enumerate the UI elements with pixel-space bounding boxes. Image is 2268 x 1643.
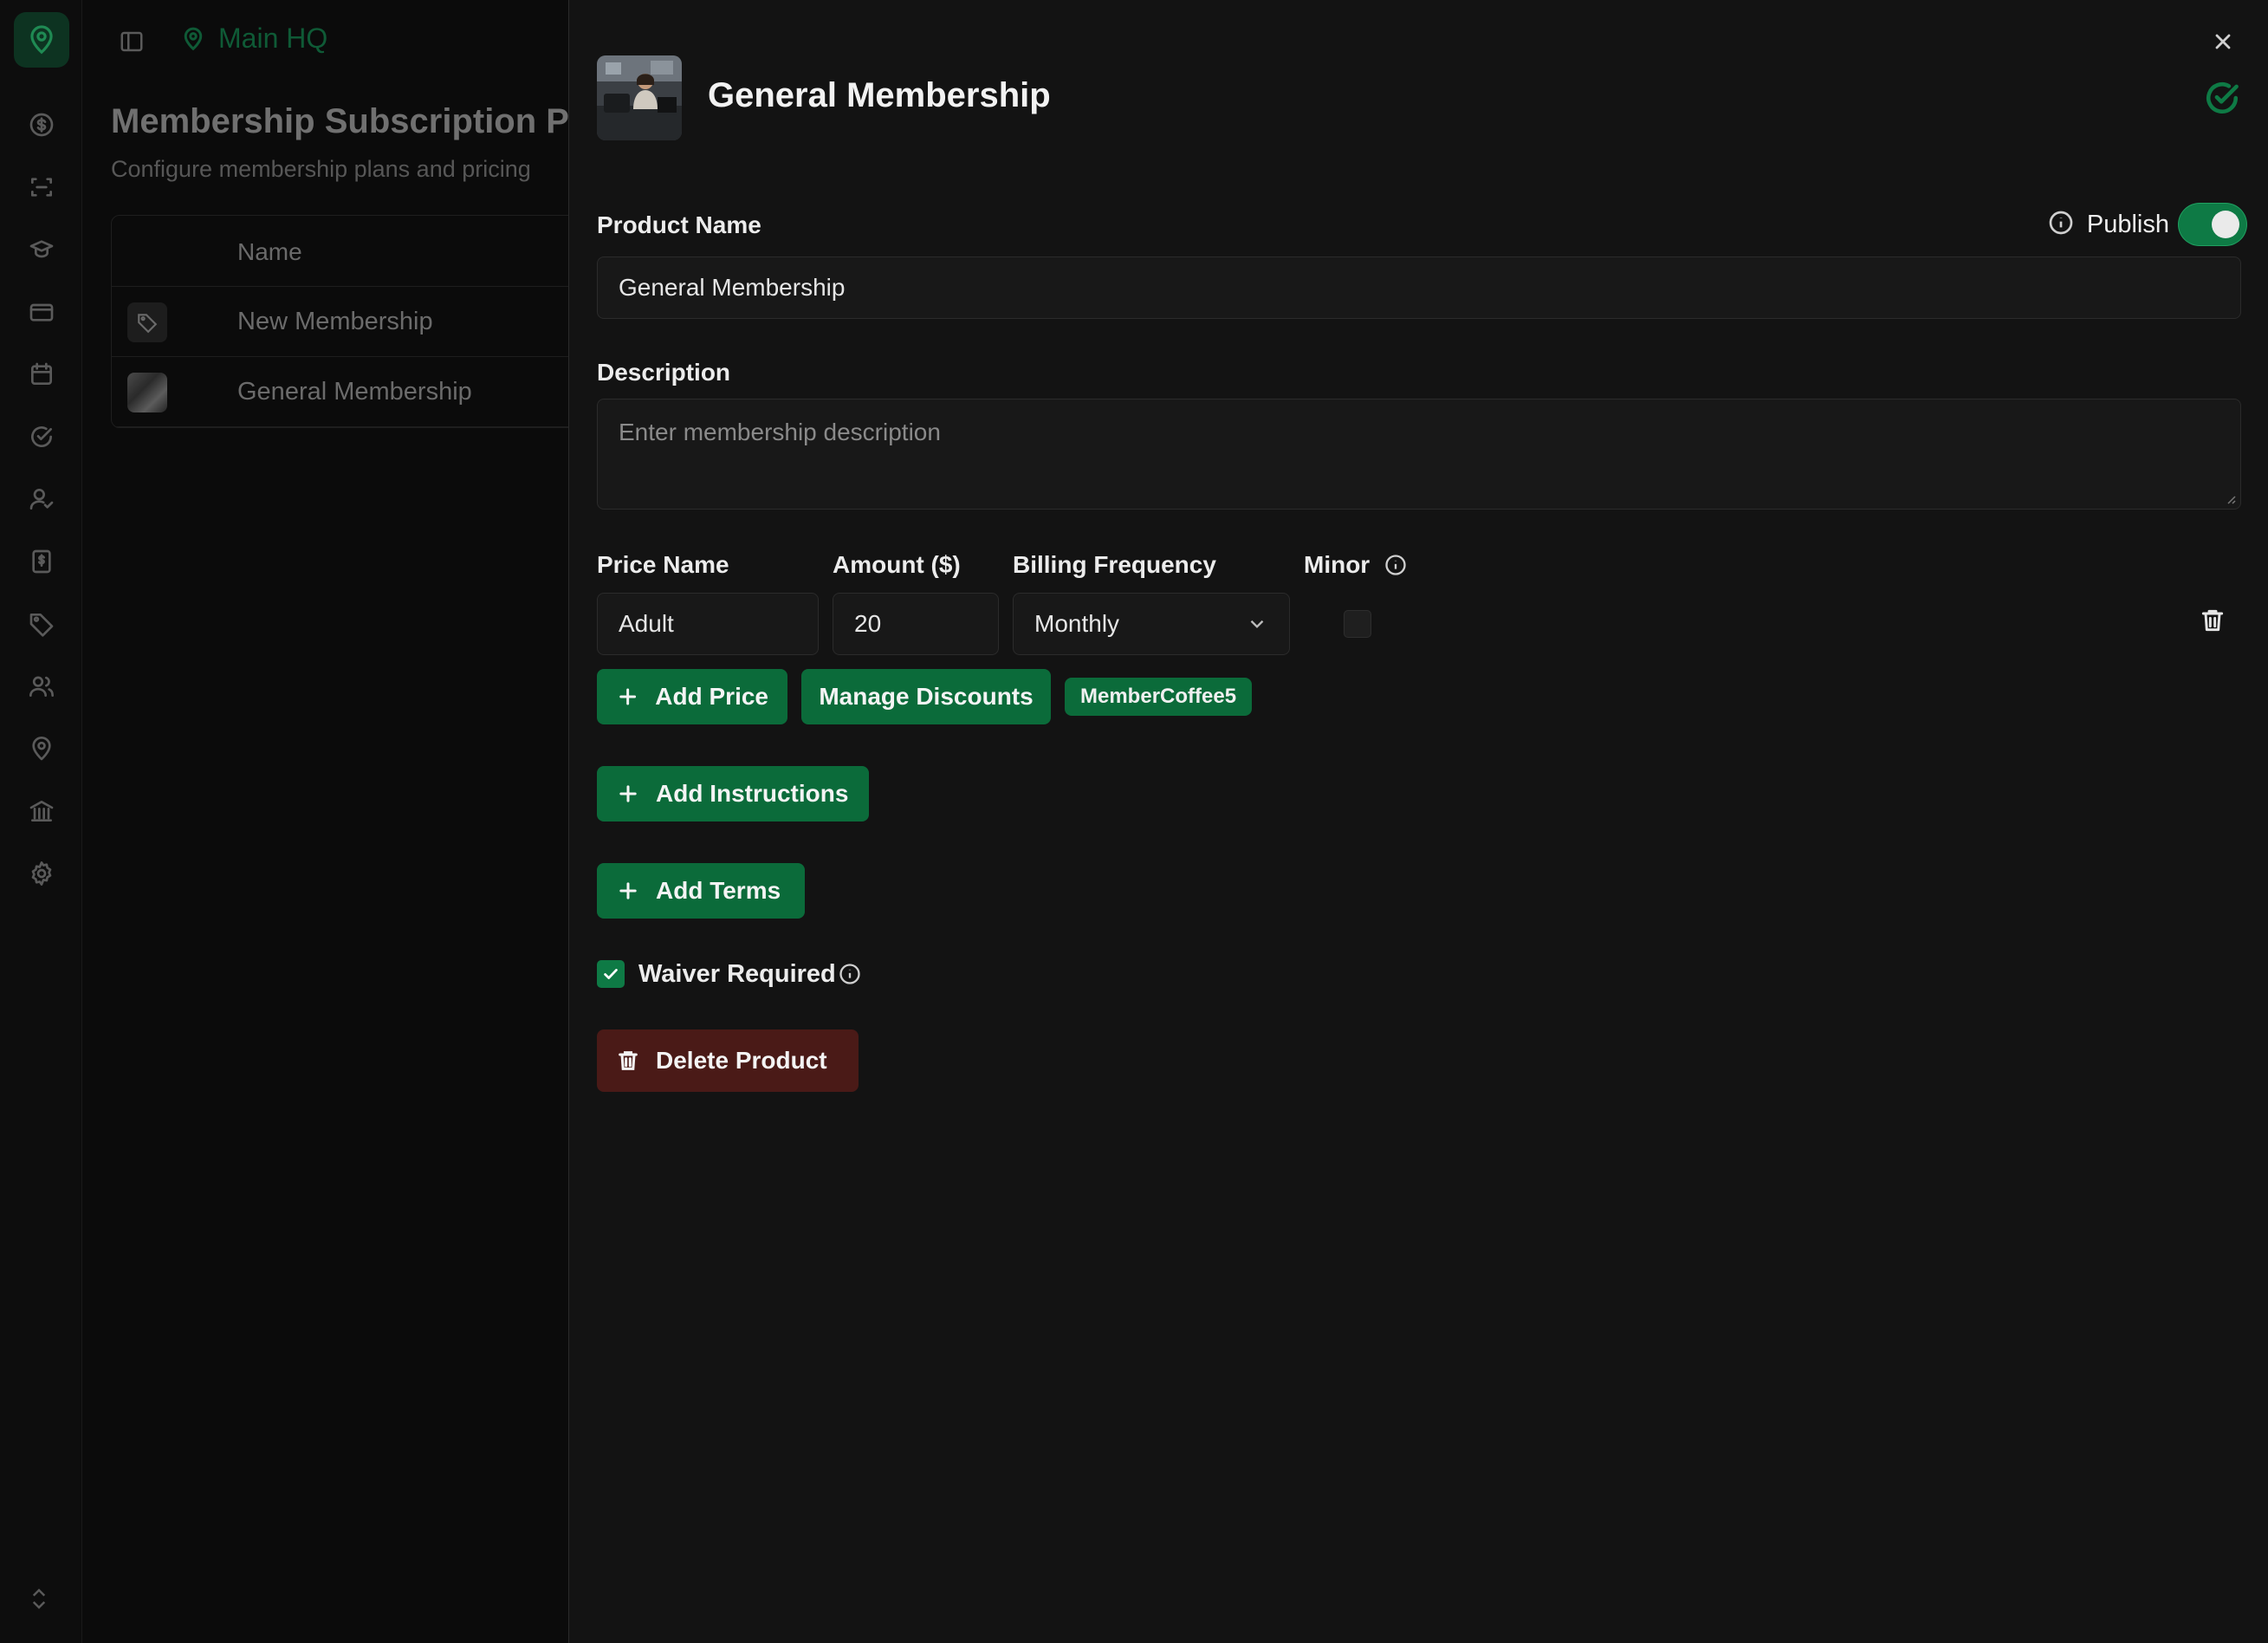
description-wrapper [597, 399, 2241, 510]
nav-tag-icon[interactable] [24, 607, 59, 641]
toggle-knob [2212, 211, 2239, 238]
product-name-input[interactable] [597, 257, 2241, 319]
nav-calendar-icon[interactable] [24, 357, 59, 392]
add-instructions-label: Add Instructions [656, 780, 849, 807]
manage-discounts-label: Manage Discounts [819, 683, 1034, 710]
tag-icon [127, 302, 167, 342]
nav-invoice-icon[interactable] [24, 544, 59, 579]
expand-collapse-icon[interactable] [26, 1586, 57, 1617]
close-icon[interactable] [2207, 26, 2239, 57]
publish-toggle[interactable] [2181, 206, 2244, 243]
product-thumbnail [127, 373, 167, 412]
app-logo[interactable] [14, 12, 69, 68]
minor-info-icon[interactable] [1383, 553, 1408, 581]
saved-check-icon [2204, 80, 2240, 116]
nav-dollar-icon[interactable] [24, 107, 59, 142]
waiver-checkbox[interactable] [597, 960, 625, 988]
nav-settings-icon[interactable] [24, 856, 59, 891]
info-icon[interactable] [2047, 209, 2075, 241]
left-nav-rail [0, 0, 82, 1643]
add-price-label: Add Price [655, 683, 768, 710]
page-title: Membership Subscription Pr [111, 102, 583, 140]
product-name-label: Product Name [597, 211, 761, 238]
page-subtitle: Configure membership plans and pricing [111, 156, 531, 182]
nav-check-circle-icon[interactable] [24, 419, 59, 454]
discount-chip[interactable]: MemberCoffee5 [1065, 678, 1253, 716]
plus-icon [619, 688, 637, 705]
nav-user-check-icon[interactable] [24, 482, 59, 516]
amount-label: Amount ($) [833, 551, 961, 578]
publish-label: Publish [2086, 210, 2169, 238]
minor-checkbox[interactable] [1344, 610, 1371, 638]
check-icon [604, 969, 618, 979]
location-name: Main HQ [218, 23, 328, 54]
edit-product-sheet: General Membership Product Name Publish … [568, 0, 2268, 1643]
price-name-label: Price Name [597, 551, 729, 578]
waiver-info-icon[interactable] [838, 962, 862, 990]
delete-product-label: Delete Product [656, 1047, 827, 1074]
billing-frequency-select[interactable]: Monthly [1013, 593, 1290, 655]
map-pin-icon [184, 27, 203, 50]
manage-discounts-button[interactable]: Manage Discounts [801, 669, 1051, 724]
waiver-label: Waiver Required [638, 960, 836, 988]
amount-input[interactable] [833, 593, 999, 655]
add-price-button[interactable]: Add Price [597, 669, 787, 724]
trash-icon [619, 1051, 638, 1070]
publish-control: Publish [2047, 206, 2244, 243]
add-terms-label: Add Terms [656, 877, 781, 904]
sidebar-toggle-icon[interactable] [114, 24, 149, 59]
nav-location-icon[interactable] [24, 731, 59, 766]
row-name: General Membership [237, 378, 472, 406]
resize-handle-icon[interactable] [2224, 492, 2236, 504]
add-terms-button[interactable]: Add Terms [597, 863, 805, 919]
add-instructions-button[interactable]: Add Instructions [597, 766, 869, 822]
chevron-down-icon [1250, 620, 1264, 628]
plus-icon [619, 785, 637, 802]
nav-users-icon[interactable] [24, 669, 59, 704]
billing-frequency-label: Billing Frequency [1013, 551, 1216, 578]
nav-bank-icon[interactable] [24, 794, 59, 828]
nav-scan-icon[interactable] [24, 170, 59, 205]
plus-icon [619, 882, 637, 899]
delete-product-button[interactable]: Delete Product [597, 1029, 859, 1092]
row-name: New Membership [237, 308, 433, 335]
delete-price-trash-icon[interactable] [2199, 607, 2230, 638]
product-image[interactable] [597, 55, 682, 140]
column-header-name[interactable]: Name [237, 238, 302, 266]
sheet-title: General Membership [708, 76, 1051, 114]
billing-frequency-value: Monthly [1034, 610, 1120, 637]
nav-graduation-icon[interactable] [24, 232, 59, 267]
location-selector[interactable]: Main HQ [180, 23, 327, 55]
minor-label: Minor [1304, 551, 1371, 578]
description-textarea[interactable] [597, 399, 2241, 510]
map-pin-icon [30, 25, 53, 55]
description-label: Description [597, 359, 731, 386]
price-name-input[interactable] [597, 593, 819, 655]
nav-credit-card-icon[interactable] [24, 295, 59, 329]
